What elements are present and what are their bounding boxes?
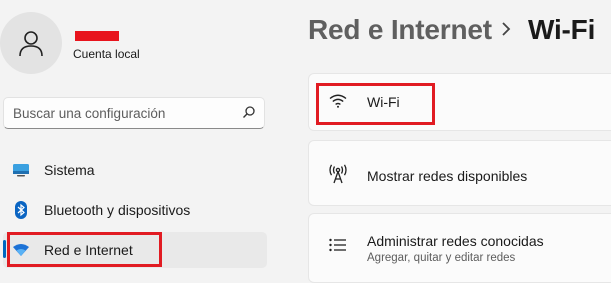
page-title: Wi-Fi xyxy=(528,14,596,45)
list-icon xyxy=(329,238,347,257)
redacted-username xyxy=(75,31,119,41)
person-icon xyxy=(19,31,43,57)
monitor-icon xyxy=(12,161,30,179)
search-input[interactable] xyxy=(4,98,234,128)
breadcrumb-parent[interactable]: Red e Internet xyxy=(308,14,492,46)
manage-networks-subtitle: Agregar, quitar y editar redes xyxy=(367,252,516,264)
account-type-label: Cuenta local xyxy=(73,47,140,61)
wifi-card-title: Wi-Fi xyxy=(367,94,400,110)
sidebar-item-sistema[interactable]: Sistema xyxy=(3,152,267,188)
active-indicator xyxy=(3,240,6,258)
avatar[interactable] xyxy=(0,12,62,74)
show-networks-card[interactable]: Mostrar redes disponibles xyxy=(308,140,611,206)
sidebar-item-label: Red e Internet xyxy=(44,242,133,258)
sidebar-item-red-e-internet[interactable]: Red e Internet xyxy=(3,232,267,268)
chevron-right-icon xyxy=(500,18,512,45)
sidebar-item-label: Bluetooth y dispositivos xyxy=(44,202,191,218)
antenna-icon xyxy=(329,164,347,189)
sidebar-item-label: Sistema xyxy=(44,162,95,178)
search-box[interactable] xyxy=(3,97,265,129)
search-icon[interactable] xyxy=(242,105,256,124)
wifi-diamond-icon xyxy=(12,241,30,259)
manage-networks-title: Administrar redes conocidas xyxy=(367,233,544,249)
wifi-icon xyxy=(329,94,347,113)
bluetooth-icon xyxy=(12,201,30,219)
sidebar-item-bluetooth[interactable]: Bluetooth y dispositivos xyxy=(3,192,267,228)
wifi-card[interactable]: Wi-Fi xyxy=(308,73,611,131)
show-networks-title: Mostrar redes disponibles xyxy=(367,168,528,184)
manage-networks-card[interactable]: Administrar redes conocidas Agregar, qui… xyxy=(308,213,611,283)
